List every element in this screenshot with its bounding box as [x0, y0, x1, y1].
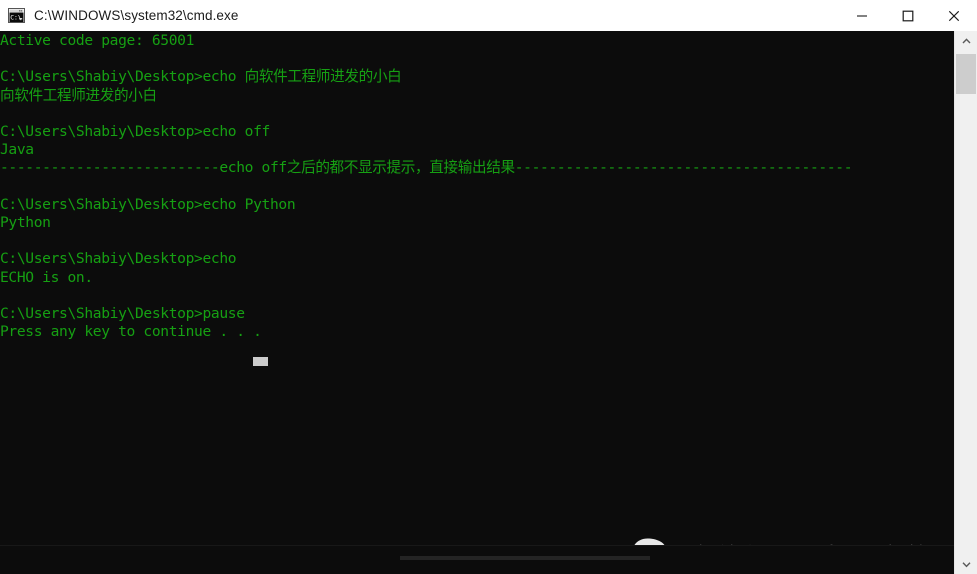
cmd-icon: C:\: [8, 8, 25, 23]
minimize-button[interactable]: [839, 0, 885, 31]
window-title: C:\WINDOWS\system32\cmd.exe: [34, 8, 239, 23]
scroll-up-arrow-icon[interactable]: [955, 31, 977, 51]
scroll-down-arrow-icon[interactable]: [955, 554, 977, 574]
close-button[interactable]: [931, 0, 977, 31]
console-text: Active code page: 65001 C:\Users\Shabiy\…: [0, 32, 853, 341]
text-cursor: [253, 357, 268, 366]
console-output-area[interactable]: Active code page: 65001 C:\Users\Shabiy\…: [0, 31, 955, 560]
maximize-button[interactable]: [885, 0, 931, 31]
cmd-window: C:\ C:\WINDOWS\system32\cmd.exe Active c…: [0, 0, 977, 574]
vertical-scrollbar-thumb[interactable]: [956, 54, 976, 94]
vertical-scrollbar[interactable]: [954, 31, 977, 574]
horizontal-scrollbar-thumb[interactable]: [400, 556, 650, 560]
window-controls: [839, 0, 977, 31]
horizontal-scrollbar[interactable]: [0, 545, 955, 560]
title-bar[interactable]: C:\ C:\WINDOWS\system32\cmd.exe: [0, 0, 977, 32]
svg-text:C:\: C:\: [10, 14, 22, 22]
